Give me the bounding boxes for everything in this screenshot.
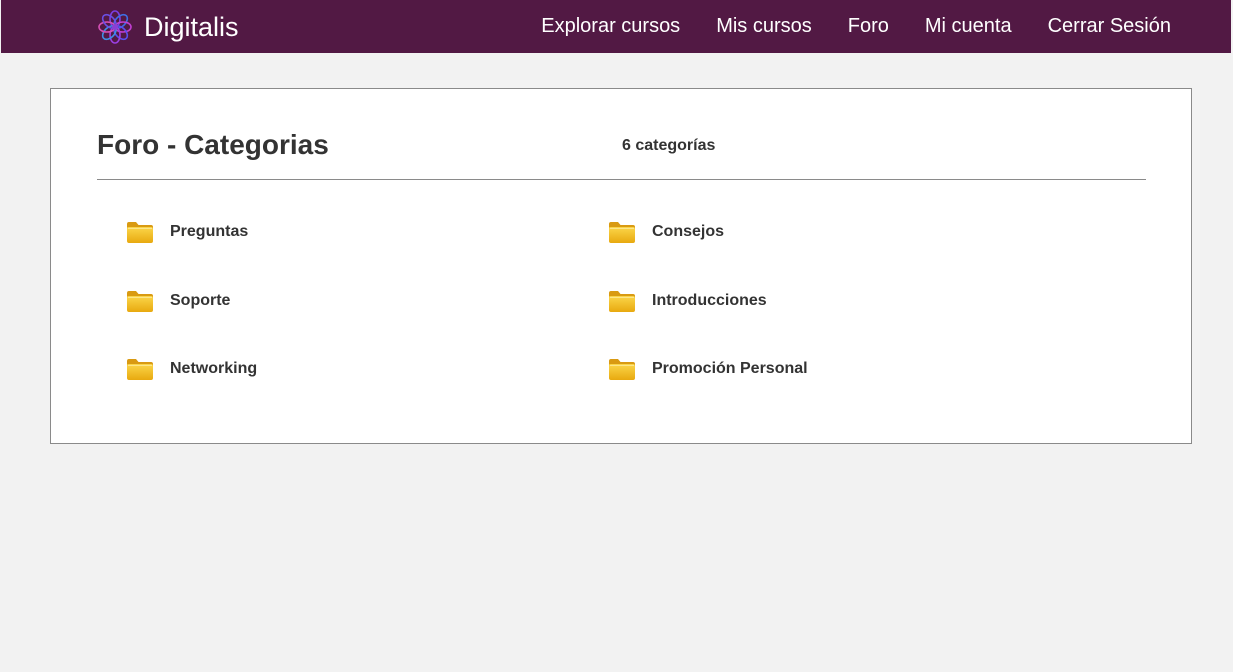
category-consejos[interactable]: Consejos [608, 217, 724, 247]
nav-explorar-cursos[interactable]: Explorar cursos [541, 0, 680, 53]
flower-logo-icon [98, 10, 132, 44]
category-label: Preguntas [170, 223, 249, 240]
brand-name: Digitalis [144, 12, 239, 42]
category-label: Promoción Personal [652, 360, 808, 377]
folder-icon [608, 357, 636, 381]
divider [97, 179, 1146, 180]
folder-icon [608, 220, 636, 244]
folder-icon [126, 357, 154, 381]
folder-icon [608, 289, 636, 313]
category-networking[interactable]: Networking [126, 354, 257, 384]
category-soporte[interactable]: Soporte [126, 286, 230, 316]
main-nav: Explorar cursos Mis cursos Foro Mi cuent… [541, 0, 1171, 53]
page-title: Foro - Categorias [97, 129, 329, 160]
brand-home-link[interactable]: Digitalis [98, 10, 239, 44]
category-count: 6 categorías [622, 137, 716, 154]
category-label: Networking [170, 360, 258, 377]
nav-foro[interactable]: Foro [848, 0, 889, 53]
category-label: Introducciones [652, 292, 767, 309]
folder-icon [126, 289, 154, 313]
nav-mi-cuenta[interactable]: Mi cuenta [925, 0, 1012, 53]
category-promocion-personal[interactable]: Promoción Personal [608, 354, 808, 384]
category-label: Soporte [170, 292, 231, 309]
nav-cerrar-sesion[interactable]: Cerrar Sesión [1048, 0, 1171, 53]
folder-icon [126, 220, 154, 244]
category-label: Consejos [652, 223, 725, 240]
nav-mis-cursos[interactable]: Mis cursos [716, 0, 812, 53]
top-navigation-bar: Digitalis Explorar cursos Mis cursos For… [1, 0, 1231, 53]
forum-categories-panel: Foro - Categorias 6 categorías Preguntas… [50, 88, 1192, 444]
category-preguntas[interactable]: Preguntas [126, 217, 248, 247]
category-introducciones[interactable]: Introducciones [608, 286, 767, 316]
